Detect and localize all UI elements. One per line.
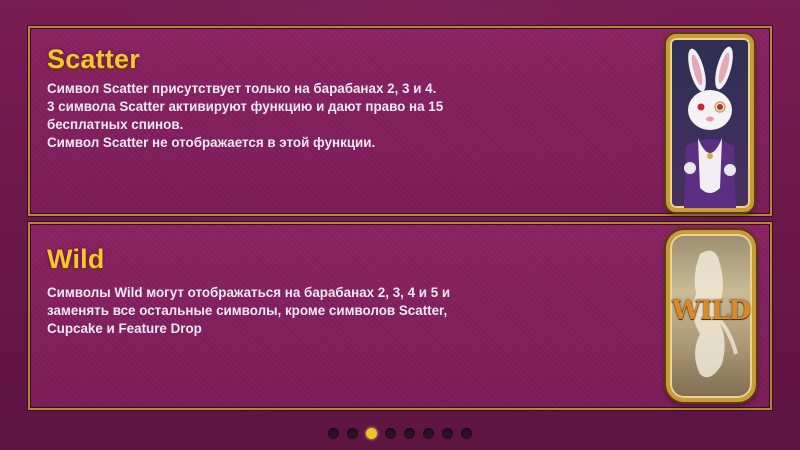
wild-panel: Wild Символы Wild могут отображаться на … [28, 222, 772, 410]
page-dot-7[interactable] [442, 428, 453, 439]
scatter-title: Scatter [47, 44, 140, 74]
page-dot-2[interactable] [347, 428, 358, 439]
scatter-panel: Scatter Символ Scatter присутствует толь… [28, 26, 772, 216]
page-dot-5[interactable] [404, 428, 415, 439]
page-dot-4[interactable] [385, 428, 396, 439]
scatter-description: Символ Scatter присутствует только на ба… [47, 80, 443, 152]
scatter-line: Символ Scatter присутствует только на ба… [47, 81, 437, 96]
wild-symbol: WILD [666, 230, 756, 402]
wild-symbol-label: WILD [671, 296, 751, 326]
page-dot-3[interactable] [366, 428, 377, 439]
wild-line: Cupcake и Feature Drop [47, 321, 202, 336]
paytable-screen: Scatter Символ Scatter присутствует толь… [0, 0, 800, 450]
page-dot-8[interactable] [461, 428, 472, 439]
scatter-line: Символ Scatter не отображается в этой фу… [47, 135, 376, 150]
page-indicator [0, 428, 800, 439]
page-dot-6[interactable] [423, 428, 434, 439]
wild-line: заменять все остальные символы, кроме си… [47, 303, 448, 318]
wild-title: Wild [47, 244, 105, 274]
wild-description: Символы Wild могут отображаться на бараб… [47, 284, 450, 338]
scatter-line: 3 символа Scatter активируют функцию и д… [47, 99, 444, 114]
wild-line: Символы Wild могут отображаться на бараб… [47, 285, 451, 300]
scatter-line: бесплатных спинов. [47, 117, 184, 132]
page-dot-1[interactable] [328, 428, 339, 439]
scatter-rabbit-symbol [666, 34, 754, 212]
white-rabbit-icon [684, 46, 736, 208]
